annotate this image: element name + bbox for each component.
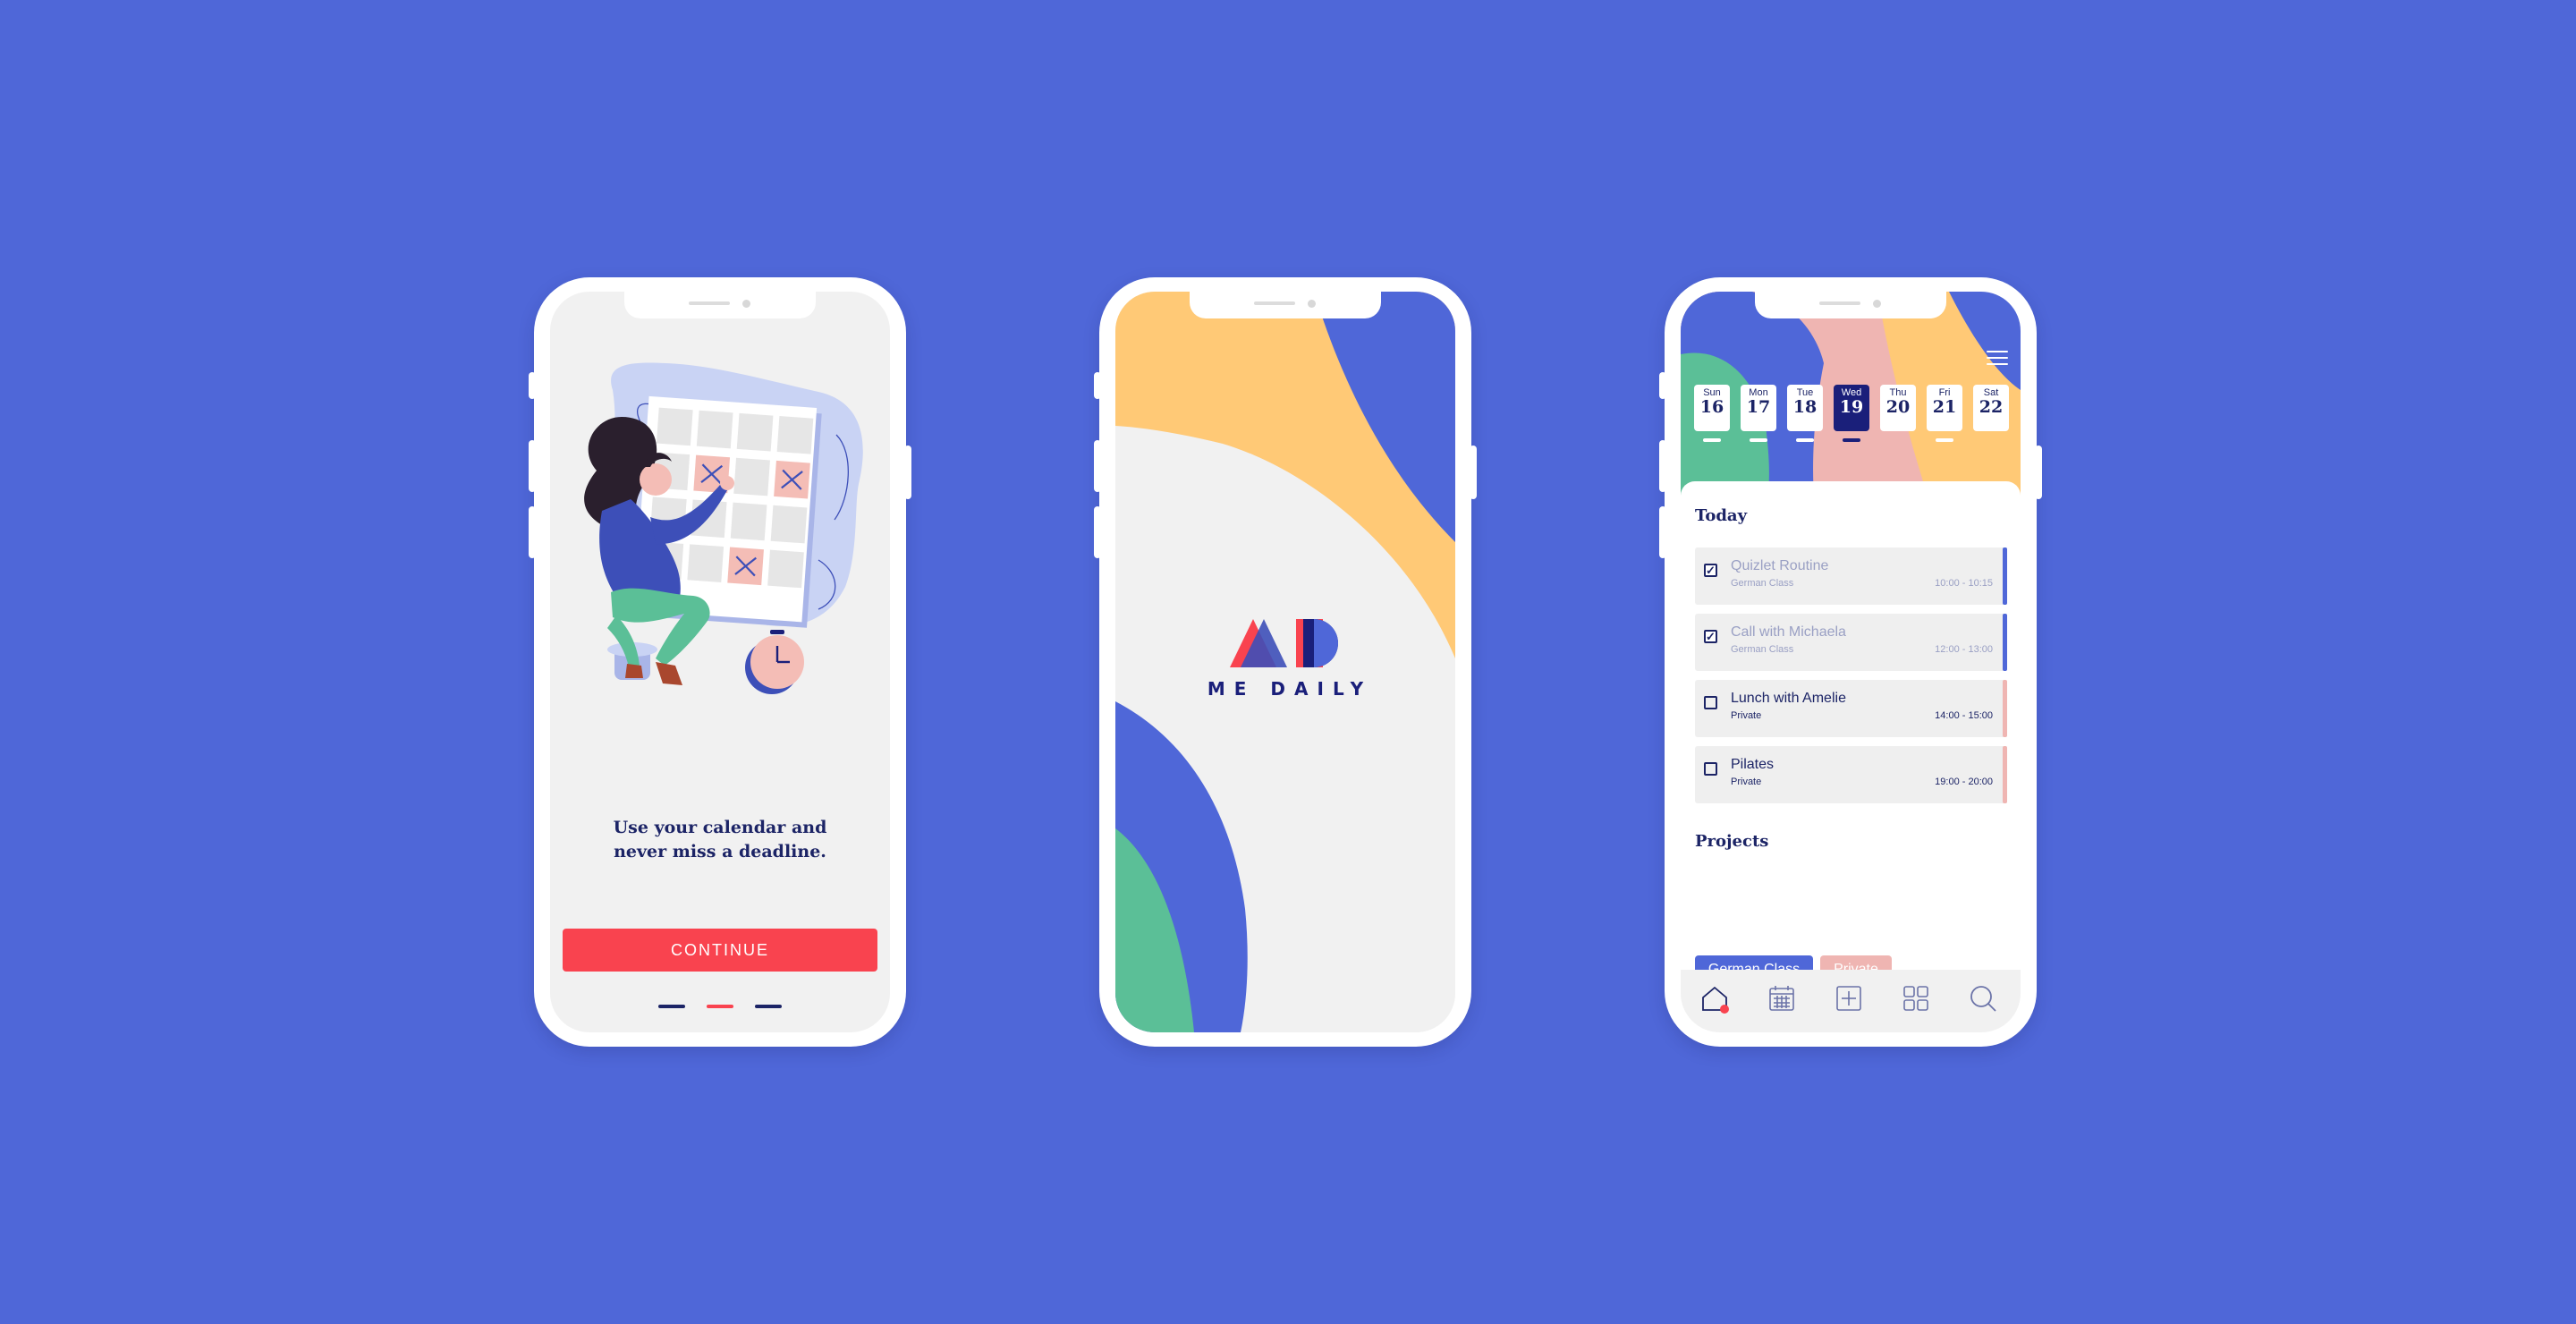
event-indicator — [1750, 438, 1767, 442]
day-number: 22 — [1979, 397, 2004, 417]
event-indicator — [1843, 438, 1860, 442]
volume-up-button — [1659, 440, 1666, 492]
continue-button[interactable]: CONTINUE — [563, 929, 877, 972]
mute-switch — [529, 372, 536, 399]
pager-dots — [550, 995, 890, 1012]
task-project: Private — [1731, 777, 1762, 787]
day-number: 16 — [1699, 397, 1724, 417]
event-indicator — [1703, 438, 1721, 442]
task-title: Call with Michaela — [1731, 624, 1846, 640]
task-item[interactable]: Lunch with Amelie Private 14:00 - 15:00 — [1695, 680, 2007, 737]
task-checkbox[interactable] — [1704, 696, 1717, 709]
mute-switch — [1659, 372, 1666, 399]
menu-icon[interactable] — [1987, 351, 2008, 369]
splash-screen: ME DAILY — [1115, 292, 1455, 1032]
notch — [624, 292, 816, 318]
event-indicator — [1796, 438, 1814, 442]
day-cell[interactable]: Mon 17 — [1741, 385, 1776, 442]
phone-splash: ME DAILY — [1094, 277, 1477, 1047]
task-title: Pilates — [1731, 757, 1775, 772]
task-checkbox[interactable] — [1704, 762, 1717, 776]
phone-calendar: Sun 16 Mon 17 Tue 18 Wed 19 Thu 20 Fri 2… — [1659, 277, 2042, 1047]
calendar-illustration — [584, 362, 863, 694]
task-item[interactable]: Pilates Private 19:00 - 20:00 — [1695, 746, 2007, 803]
volume-up-button — [1094, 440, 1101, 492]
grid-icon[interactable] — [1900, 982, 1932, 1014]
task-color-bar — [2003, 680, 2007, 737]
task-title: Quizlet Routine — [1731, 558, 1829, 573]
onboarding-screen: Use your calendar and never miss a deadl… — [550, 292, 890, 1032]
notch — [1190, 292, 1381, 318]
task-title: Lunch with Amelie — [1731, 691, 1846, 706]
calendar-screen: Sun 16 Mon 17 Tue 18 Wed 19 Thu 20 Fri 2… — [1681, 292, 2021, 1032]
task-time: 10:00 - 10:15 — [1935, 578, 1993, 589]
task-time: 19:00 - 20:00 — [1935, 777, 1993, 787]
day-cell-selected[interactable]: Wed 19 — [1834, 385, 1869, 442]
add-icon[interactable] — [1833, 982, 1865, 1014]
projects-heading: Projects — [1695, 832, 1769, 851]
day-cell[interactable]: Sat 22 — [1973, 385, 2009, 431]
pager-dot[interactable] — [755, 1005, 782, 1008]
brand-name: ME DAILY — [1207, 678, 1373, 700]
day-number: 18 — [1792, 397, 1818, 417]
day-number: 17 — [1746, 397, 1771, 417]
week-strip: Sun 16 Mon 17 Tue 18 Wed 19 Thu 20 Fri 2… — [1694, 385, 2009, 456]
day-cell[interactable]: Fri 21 — [1927, 385, 1962, 442]
task-time: 12:00 - 13:00 — [1935, 644, 1993, 655]
onboarding-message: Use your calendar and never miss a deadl… — [613, 818, 827, 861]
day-cell[interactable]: Sun 16 — [1694, 385, 1730, 442]
day-number: 19 — [1839, 397, 1864, 417]
task-checkbox[interactable]: ✓ — [1704, 630, 1717, 643]
task-color-bar — [2003, 547, 2007, 605]
power-button — [904, 446, 911, 499]
day-cell[interactable]: Thu 20 — [1880, 385, 1916, 431]
volume-up-button — [529, 440, 536, 492]
phone-onboarding: Use your calendar and never miss a deadl… — [529, 277, 911, 1047]
calendar-icon[interactable] — [1766, 982, 1798, 1014]
task-color-bar — [2003, 746, 2007, 803]
power-button — [2035, 446, 2042, 499]
volume-down-button — [1659, 506, 1666, 558]
task-item[interactable]: ✓ Quizlet Routine German Class 10:00 - 1… — [1695, 547, 2007, 605]
task-project: German Class — [1731, 644, 1794, 655]
task-item[interactable]: ✓ Call with Michaela German Class 12:00 … — [1695, 614, 2007, 671]
task-color-bar — [2003, 614, 2007, 671]
today-heading: Today — [1695, 506, 1748, 525]
power-button — [1470, 446, 1477, 499]
task-time: 14:00 - 15:00 — [1935, 710, 1993, 721]
agenda-panel: Today ✓ Quizlet Routine German Class 10:… — [1681, 481, 2021, 1032]
task-project: German Class — [1731, 578, 1794, 589]
mute-switch — [1094, 372, 1101, 399]
me-daily-logo — [1230, 619, 1338, 667]
task-checkbox[interactable]: ✓ — [1704, 564, 1717, 577]
tab-bar — [1681, 970, 2021, 1032]
pager-dot[interactable] — [658, 1005, 685, 1008]
search-icon[interactable] — [1967, 982, 1999, 1014]
notch — [1755, 292, 1946, 318]
task-project: Private — [1731, 710, 1762, 721]
day-cell[interactable]: Tue 18 — [1787, 385, 1823, 442]
day-number: 21 — [1932, 397, 1957, 417]
volume-down-button — [1094, 506, 1101, 558]
volume-down-button — [529, 506, 536, 558]
event-indicator — [1936, 438, 1953, 442]
pager-dot-active[interactable] — [707, 1005, 733, 1008]
day-number: 20 — [1885, 397, 1911, 417]
home-icon[interactable] — [1699, 982, 1731, 1014]
